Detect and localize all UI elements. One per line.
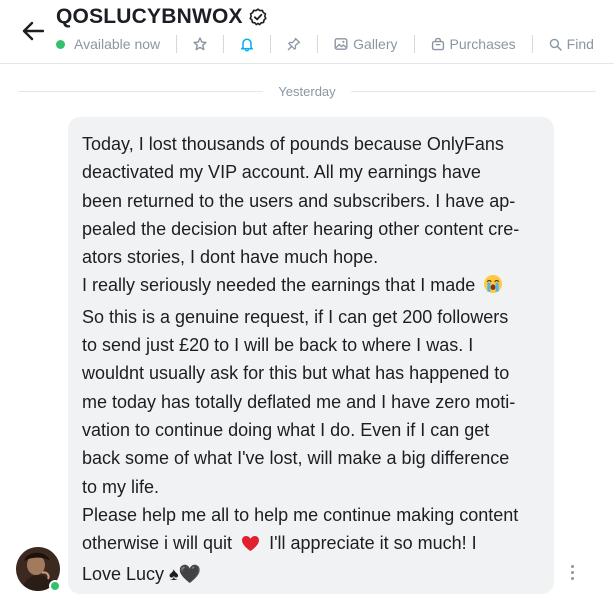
back-arrow-icon (22, 21, 44, 41)
online-status: Available now (56, 36, 176, 52)
message-line: So this is a genuine request, if I can g… (82, 306, 509, 327)
divider-line-right (350, 90, 596, 92)
back-button[interactable] (18, 16, 48, 46)
message-line: to my life. (82, 476, 160, 497)
pin-icon (287, 37, 301, 51)
purchases-icon (431, 37, 444, 51)
message-line: to send just £20 to I will be back to wh… (82, 335, 474, 356)
message-line-text: I really seriously needed the earnings t… (82, 275, 476, 296)
message-bubble[interactable]: Today, I lost thousands of pounds becaus… (68, 117, 554, 594)
message-line: Please help me all to help me continue m… (82, 504, 519, 525)
gallery-button[interactable]: Gallery (318, 36, 413, 52)
more-icon[interactable] (566, 562, 578, 582)
find-button[interactable]: Find (533, 36, 610, 52)
message-line: ators stories, I dont have much hope. (82, 247, 379, 268)
message-line: back some of what I've lost, will make a… (82, 448, 510, 469)
message-line: wouldnt usually ask for this but what ha… (82, 363, 510, 384)
message-line: Today, I lost thousands of pounds becaus… (82, 134, 504, 154)
purchases-button[interactable]: Purchases (415, 36, 532, 52)
crying-face-emoji (483, 274, 503, 302)
message-line-with-emoji: I really seriously needed the earnings t… (82, 271, 540, 302)
message-line-text: otherwise i will quit (82, 533, 233, 554)
title-row: QOSLUCYBNWOX (56, 4, 267, 30)
find-label: Find (566, 36, 594, 52)
date-divider: Yesterday (18, 82, 596, 100)
divider-line-left (18, 90, 264, 92)
avatar[interactable] (16, 547, 61, 592)
message-line: vation to continue doing what I do. Even… (82, 419, 490, 440)
search-icon (549, 38, 562, 51)
online-dot (56, 39, 65, 49)
status-text: Available now (74, 36, 161, 52)
heart-emoji (241, 532, 260, 560)
chat-title[interactable]: QOSLUCYBNWOX (56, 5, 243, 29)
chat-header: QOSLUCYBNWOX Available now Gallery Purch… (0, 0, 614, 64)
date-label: Yesterday (278, 83, 336, 99)
chat-toolbar: Available now Gallery Purchases Find (56, 34, 610, 54)
message-line: deactivated my VIP account. All my earni… (82, 162, 481, 183)
avatar-online-indicator (49, 580, 61, 592)
favorite-button[interactable] (177, 37, 223, 51)
message-line: Love Lucy ♠🖤 (82, 564, 202, 585)
purchases-label: Purchases (449, 36, 516, 52)
pin-button[interactable] (271, 37, 317, 51)
message-line: been returned to the users and subscribe… (82, 190, 516, 211)
message-line-text: I'll appreciate it so much! I (269, 533, 477, 554)
message-line: pealed the decision but after hearing ot… (82, 218, 520, 239)
bell-icon (241, 38, 254, 51)
notifications-button[interactable] (224, 37, 270, 52)
message-line: me today has totally deflated me and I h… (82, 391, 516, 412)
star-icon (193, 37, 207, 51)
gallery-label: Gallery (353, 36, 398, 52)
message-line-with-emoji: otherwise i will quit I'll appreciate it… (82, 529, 540, 560)
gallery-icon (334, 38, 348, 50)
verified-icon (249, 8, 267, 26)
